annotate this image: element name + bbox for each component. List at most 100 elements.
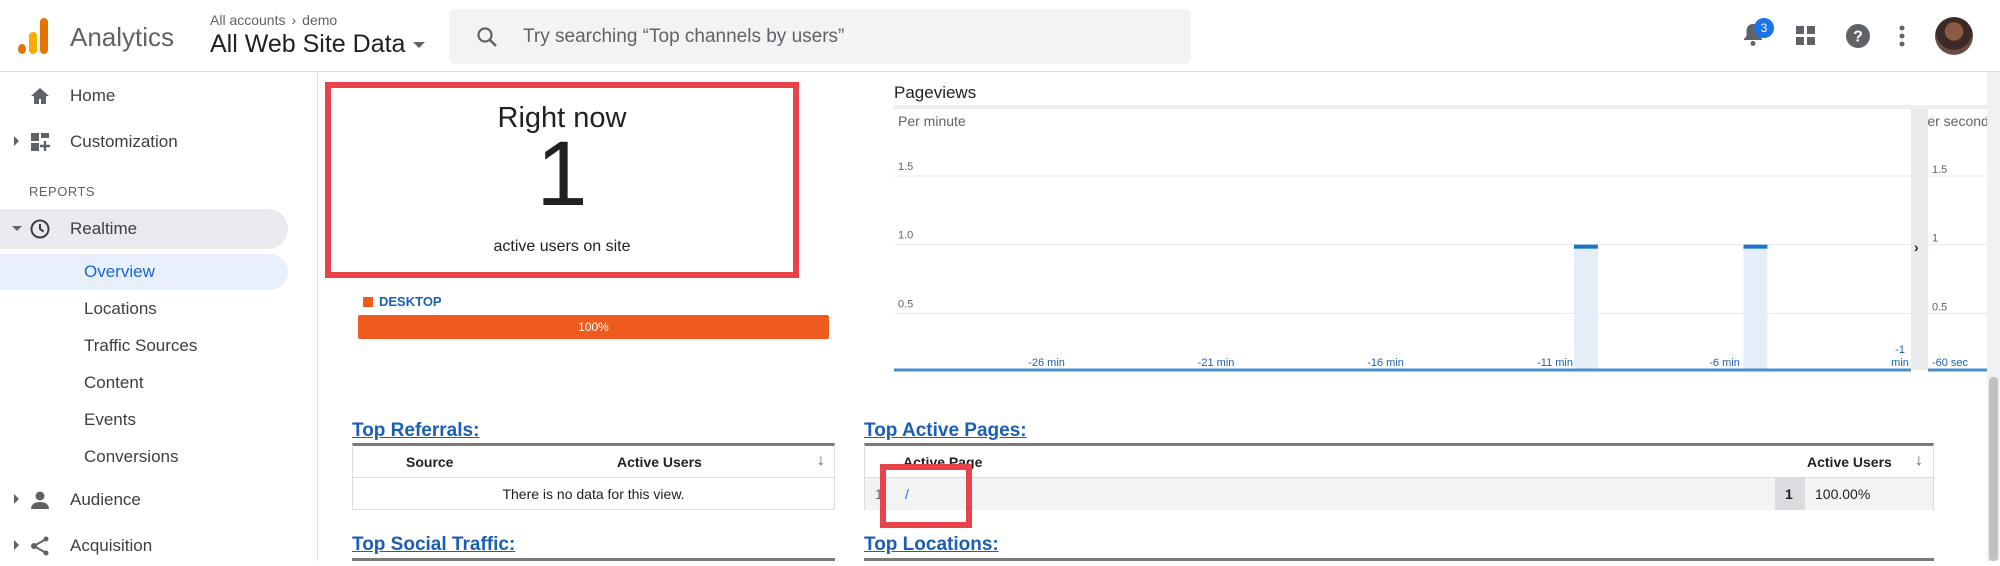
top-active-pages-title[interactable]: Top Active Pages: — [864, 420, 1027, 442]
dashboard-icon — [31, 133, 50, 151]
table-row: There is no data for this view. — [353, 478, 834, 510]
sidebar-item-label: Overview — [84, 262, 155, 281]
page-scrollbar[interactable] — [1987, 72, 2000, 561]
top-locations-title[interactable]: Top Locations: — [864, 534, 999, 556]
sidebar-item-label: Customization — [70, 132, 178, 151]
breadcrumb-root[interactable]: All accounts — [210, 12, 285, 28]
sidebar-item-overview[interactable]: Overview — [0, 254, 288, 290]
sidebar-item-acquisition[interactable]: Acquisition — [0, 526, 288, 566]
chevron-right-icon: › — [291, 12, 297, 28]
active-users-subtitle: active users on site — [493, 238, 631, 255]
search-input[interactable] — [521, 21, 1141, 53]
x-tick-label: -60 sec — [1932, 357, 1969, 369]
y-tick-label: 1.5 — [898, 161, 913, 173]
more-vert-icon[interactable] — [1899, 25, 1905, 47]
sidebar-item-label: Content — [84, 373, 144, 392]
table-header: Source Active Users ↓ — [353, 446, 834, 478]
dropdown-arrow-icon — [413, 42, 426, 49]
pageviews-title: Pageviews — [894, 83, 976, 102]
sidebar-item-label: Acquisition — [70, 536, 153, 555]
collapse-arrow-icon — [12, 226, 22, 231]
sort-arrow-icon[interactable]: ↓ — [817, 452, 825, 470]
column-active-users[interactable]: Active Users — [617, 454, 702, 470]
sidebar-item-locations[interactable]: Locations — [0, 291, 288, 327]
sidebar-item-label: Realtime — [70, 219, 138, 238]
search-box[interactable] — [449, 9, 1191, 64]
x-tick-label: -26 min — [1028, 357, 1065, 369]
x-tick-label: -21 min — [1198, 357, 1235, 369]
sidebar-item-traffic-sources[interactable]: Traffic Sources — [0, 328, 288, 364]
clock-icon — [30, 219, 50, 239]
sidebar-item-realtime[interactable]: Realtime — [0, 209, 288, 249]
search-icon — [477, 27, 497, 47]
breadcrumb[interactable]: All accounts › demo — [210, 12, 337, 28]
table-row[interactable]: 1. / 1 100.00% — [865, 478, 1933, 510]
minute-bar[interactable] — [1574, 244, 1598, 370]
x-tick-label: -6 min — [1709, 357, 1740, 369]
avatar[interactable] — [1935, 17, 1973, 55]
device-label: DESKTOP — [379, 294, 442, 309]
top-referrals-title[interactable]: Top Referrals: — [352, 420, 479, 442]
apps-grid-icon[interactable] — [1796, 26, 1816, 46]
home-icon — [31, 88, 49, 104]
sort-arrow-icon[interactable]: ↓ — [1915, 452, 1923, 470]
top-social-traffic-title[interactable]: Top Social Traffic: — [352, 534, 515, 556]
expand-arrow-icon — [14, 494, 19, 504]
minute-bar-cap — [1574, 244, 1598, 249]
device-legend: DESKTOP — [363, 294, 442, 309]
row-percent: 100.00% — [1815, 486, 1871, 502]
reports-heading: REPORTS — [29, 184, 96, 199]
svg-text:?: ? — [1853, 29, 1863, 46]
per-minute-label: Per minute — [898, 113, 966, 129]
pageviews-chart: Pageviews Per minute Per second 1.5 1.0 0.… — [894, 83, 1994, 372]
sidebar-item-customization[interactable]: Customization — [0, 122, 288, 162]
sidebar-item-home[interactable]: Home — [0, 76, 288, 116]
highlight-box — [880, 464, 972, 528]
top-referrals-table: Source Active Users ↓ There is no data f… — [352, 443, 835, 510]
breadcrumb-account[interactable]: demo — [302, 12, 337, 28]
x-tick-label: -11 min — [1537, 357, 1573, 369]
top-active-pages-table: Active Page Active Users ↓ 1. / 1 100.00… — [864, 443, 1934, 510]
view-selector[interactable]: All Web Site Data — [210, 30, 426, 59]
analytics-logo[interactable] — [18, 18, 50, 54]
device-share-bar[interactable]: 100% — [358, 315, 829, 339]
y-tick-label: 0.5 — [898, 298, 913, 310]
sidebar-item-label: Conversions — [84, 447, 179, 466]
minute-bar[interactable] — [1743, 244, 1768, 370]
sidebar-item-label: Locations — [84, 299, 157, 318]
right-now-panel: Right now 1 active users on site — [325, 82, 799, 278]
chevron-right-icon[interactable]: › — [1914, 239, 1919, 255]
sidebar-item-label: Traffic Sources — [84, 336, 198, 355]
column-active-users[interactable]: Active Users — [1807, 454, 1892, 470]
x-tick-label: min — [1891, 357, 1909, 369]
sidebar-item-label: Events — [84, 410, 136, 429]
minute-bar-cap — [1743, 244, 1768, 249]
column-source[interactable]: Source — [406, 454, 453, 470]
table-header: Active Page Active Users ↓ — [865, 446, 1933, 478]
active-users-count: 1 — [536, 123, 588, 225]
sidebar: Home Customization REPORTS Realtime Over… — [0, 72, 318, 561]
x-tick-label: -16 min — [1367, 357, 1404, 369]
sidebar-item-content[interactable]: Content — [0, 365, 288, 401]
x-tick-label: -1 — [1895, 344, 1905, 356]
notification-badge: 3 — [1754, 18, 1774, 38]
sidebar-item-conversions[interactable]: Conversions — [0, 439, 288, 475]
y-tick-label: 0.5 — [1932, 301, 1947, 313]
help-icon[interactable]: ? — [1846, 24, 1870, 48]
sidebar-item-audience[interactable]: Audience — [0, 480, 288, 520]
y-tick-label: 1 — [1932, 233, 1938, 245]
view-name: All Web Site Data — [210, 30, 406, 58]
legend-swatch — [363, 296, 373, 307]
expand-arrow-icon — [14, 136, 19, 146]
expand-arrow-icon — [14, 540, 19, 550]
y-tick-label: 1.5 — [1932, 164, 1947, 176]
top-app-bar: Analytics All accounts › demo All Web Site… — [0, 0, 2000, 72]
sidebar-item-label: Audience — [70, 490, 141, 509]
sidebar-item-events[interactable]: Events — [0, 402, 288, 438]
row-count: 1 — [1785, 486, 1793, 502]
sidebar-item-label: Home — [70, 86, 116, 105]
scrollbar-thumb[interactable] — [1989, 377, 1998, 561]
per-second-label: Per second — [1918, 113, 1989, 129]
acquisition-icon — [31, 536, 49, 556]
y-tick-label: 1.0 — [898, 230, 913, 242]
